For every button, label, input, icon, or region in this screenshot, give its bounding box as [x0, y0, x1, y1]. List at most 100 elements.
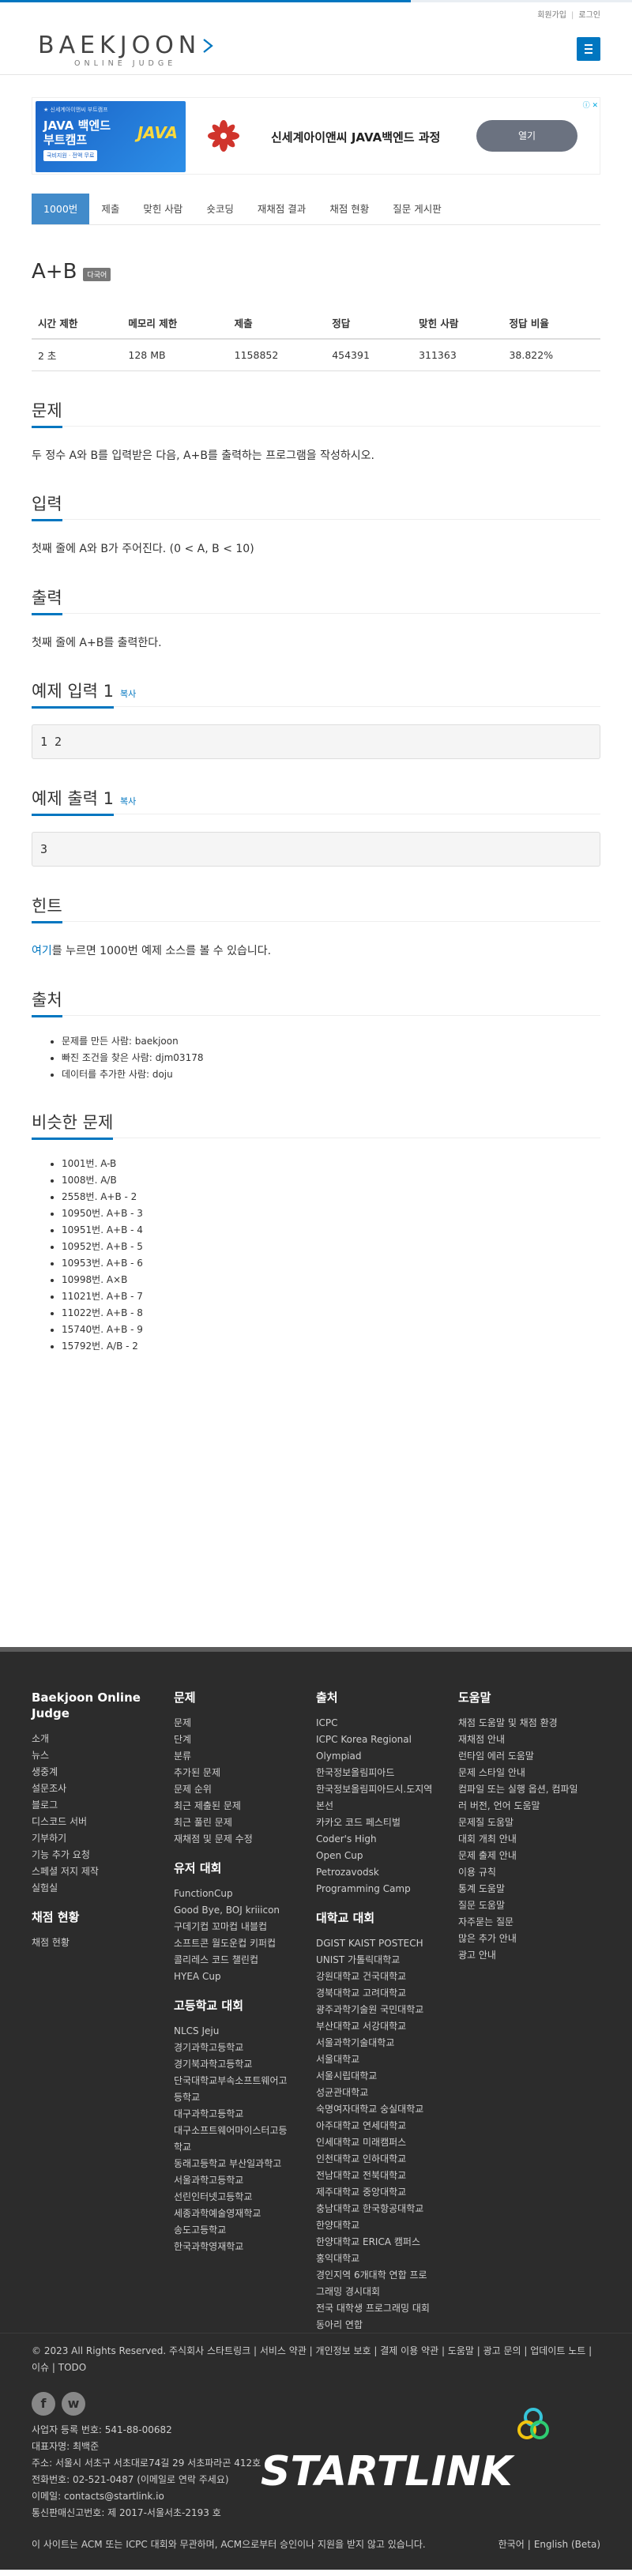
footer-link[interactable]: 문제질 도움말	[458, 1814, 600, 1831]
footer-link[interactable]: 이용 규칙	[458, 1864, 600, 1881]
footer-link[interactable]: 구데기컵 꼬마컵 내블컵	[174, 1919, 316, 1935]
footer-link[interactable]: 소개	[32, 1731, 174, 1747]
footer-link[interactable]: Olympiad	[316, 1748, 458, 1765]
footer-link[interactable]: 문제 출제 안내	[458, 1848, 600, 1864]
list-item[interactable]: 11021번. A+B - 7	[62, 1288, 600, 1305]
footer-link[interactable]: 실험실	[32, 1880, 174, 1897]
footer-legal-links[interactable]: © 2023 All Rights Reserved. 주식회사 스타트링크 |…	[32, 2343, 600, 2376]
footer-link[interactable]: 서울시립대학교	[316, 2068, 458, 2085]
site-logo[interactable]: BAEKJOON ONLINE JUDGE	[38, 34, 215, 68]
footer-link[interactable]: 한양대학교 ERICA 캠퍼스	[316, 2234, 458, 2251]
list-item[interactable]: 10952번. A+B - 5	[62, 1239, 600, 1255]
footer-link[interactable]: 서울과학고등학교	[174, 2172, 316, 2189]
footer-link[interactable]: Petrozavodsk	[316, 1864, 458, 1881]
footer-link[interactable]: 본선	[316, 1798, 458, 1814]
ad-image[interactable]: ★ 신세계아이앤씨 부트캠프 JAVA 백엔드 부트캠프 국비지원 · 전액 무…	[36, 101, 186, 172]
footer-link[interactable]: 동래고등학교 부산일과학고	[174, 2156, 316, 2172]
footer-link[interactable]: 뉴스	[32, 1747, 174, 1764]
footer-link[interactable]: 광주과학기술원 국민대학교	[316, 2002, 458, 2018]
footer-link[interactable]: Open Cup	[316, 1848, 458, 1864]
footer-link[interactable]: 한양대학교	[316, 2217, 458, 2234]
footer-link[interactable]: Good Bye, BOJ kriiicon	[174, 1902, 316, 1919]
ad-banner[interactable]: ⓘ ✕ ★ 신세계아이앤씨 부트캠프 JAVA 백엔드 부트캠프 국비지원 · …	[32, 97, 600, 175]
footer-link[interactable]: NLCS Jeju	[174, 2023, 316, 2040]
lang-en-link[interactable]: English (Beta)	[534, 2539, 600, 2550]
footer-link[interactable]: 소프트콘 월도운컵 키퍼컵	[174, 1935, 316, 1952]
footer-link[interactable]: 송도고등학교	[174, 2222, 316, 2239]
footer-link[interactable]: 서울대학교	[316, 2051, 458, 2068]
footer-link[interactable]: 문제 순위	[174, 1781, 316, 1798]
footer-link[interactable]: 세종과학예술영재학교	[174, 2206, 316, 2222]
footer-link[interactable]: 인세대학교 미래캠퍼스	[316, 2134, 458, 2151]
footer-link[interactable]: 선린인터넷고등학교	[174, 2189, 316, 2206]
footer-link[interactable]: 기능 추가 요청	[32, 1847, 174, 1863]
tab-problem[interactable]: 1000번	[32, 194, 90, 224]
footer-link[interactable]: 추가된 문제	[174, 1765, 316, 1781]
ad-text[interactable]: 신세계아이앤씨 JAVA백엔드 과정	[271, 129, 440, 145]
list-item[interactable]: 10998번. A×B	[62, 1272, 600, 1288]
footer-link[interactable]: 러 버전, 언어 도움말	[458, 1798, 600, 1814]
footer-link[interactable]: 동아리 연합	[316, 2317, 458, 2333]
footer-link[interactable]: FunctionCup	[174, 1886, 316, 1902]
wordpress-icon[interactable]: w	[62, 2391, 85, 2416]
footer-link[interactable]: Coder's High	[316, 1831, 458, 1848]
list-item[interactable]: 2558번. A+B - 2	[62, 1189, 600, 1205]
ad-info-icon[interactable]: ⓘ ✕	[583, 100, 598, 110]
footer-link[interactable]: 최근 제출된 문제	[174, 1798, 316, 1814]
hint-link[interactable]: 여기	[32, 945, 52, 957]
tab-solved-users[interactable]: 맞힌 사람	[131, 194, 194, 224]
list-item[interactable]: 10953번. A+B - 6	[62, 1255, 600, 1272]
footer-link[interactable]: 한국정보올림피아드시.도지역	[316, 1781, 458, 1798]
footer-link[interactable]: ICPC Korea Regional	[316, 1732, 458, 1748]
footer-link[interactable]: 블로그	[32, 1797, 174, 1814]
footer-link[interactable]: 대구과학고등학교	[174, 2106, 316, 2123]
footer-link[interactable]: 등학교	[174, 2089, 316, 2106]
footer-link[interactable]: 홍익대학교	[316, 2251, 458, 2267]
list-item[interactable]: 데이터를 추가한 사람: doju	[62, 1066, 600, 1083]
footer-link[interactable]: UNIST 가톨릭대학교	[316, 1952, 458, 1969]
footer-link[interactable]: 많은 추가 안내	[458, 1931, 600, 1947]
list-item[interactable]: 11022번. A+B - 8	[62, 1305, 600, 1322]
footer-link[interactable]: 부산대학교 서강대학교	[316, 2018, 458, 2035]
footer-link[interactable]: 문제	[174, 1715, 316, 1732]
tab-submit[interactable]: 제출	[89, 194, 131, 224]
footer-link[interactable]: 서울과학기술대학교	[316, 2035, 458, 2051]
ad-open-button[interactable]: 열기	[476, 120, 577, 152]
footer-link[interactable]: 단국대학교부속소프트웨어고	[174, 2073, 316, 2089]
footer-link[interactable]: HYEA Cup	[174, 1969, 316, 1985]
footer-link[interactable]: 채점 현황	[32, 1935, 174, 1951]
footer-link[interactable]: 재채점 안내	[458, 1732, 600, 1748]
footer-link[interactable]: DGIST KAIST POSTECH	[316, 1935, 458, 1952]
footer-link[interactable]: 대회 개최 안내	[458, 1831, 600, 1848]
tab-short-coding[interactable]: 숏코딩	[194, 194, 246, 224]
footer-link[interactable]: 학교	[174, 2139, 316, 2156]
list-item[interactable]: 문제를 만든 사람: baekjoon	[62, 1033, 600, 1050]
footer-link[interactable]: 컴파일 또는 실행 옵션, 컴파일	[458, 1781, 600, 1798]
lang-ko-link[interactable]: 한국어	[498, 2539, 525, 2550]
footer-link[interactable]: 단계	[174, 1732, 316, 1748]
signup-link[interactable]: 회원가입	[537, 11, 566, 20]
footer-link[interactable]: 설문조사	[32, 1781, 174, 1797]
footer-link[interactable]: 경인지역 6개대학 연합 프로	[316, 2267, 458, 2284]
footer-link[interactable]: 콜리레스 코드 챌린컵	[174, 1952, 316, 1969]
footer-link[interactable]: 채점 도움말 및 채점 환경	[458, 1715, 600, 1732]
login-link[interactable]: 로그인	[578, 11, 600, 20]
footer-link[interactable]: 생중계	[32, 1764, 174, 1781]
footer-link[interactable]: 경기과학고등학교	[174, 2040, 316, 2056]
footer-link[interactable]: 통계 도움말	[458, 1881, 600, 1897]
footer-link[interactable]: 숙명여자대학교 숭실대학교	[316, 2101, 458, 2118]
footer-link[interactable]: Programming Camp	[316, 1881, 458, 1897]
footer-link[interactable]: 강원대학교 건국대학교	[316, 1969, 458, 1985]
footer-link[interactable]: 질문 도움말	[458, 1897, 600, 1914]
footer-link[interactable]: 성균관대학교	[316, 2085, 458, 2101]
footer-link[interactable]: 런타임 에러 도움말	[458, 1748, 600, 1765]
footer-link[interactable]: 그래밍 경시대회	[316, 2284, 458, 2300]
footer-link[interactable]: 자주묻는 질문	[458, 1914, 600, 1931]
list-item[interactable]: 빠진 조건을 찾은 사람: djm03178	[62, 1050, 600, 1066]
list-item[interactable]: 10951번. A+B - 4	[62, 1222, 600, 1239]
footer-link[interactable]: 최근 풀린 문제	[174, 1814, 316, 1831]
footer-link[interactable]: 기부하기	[32, 1830, 174, 1847]
footer-link[interactable]: 한국정보올림피아드	[316, 1765, 458, 1781]
footer-link[interactable]: 한국과학영재학교	[174, 2239, 316, 2255]
footer-link[interactable]: 제주대학교 중앙대학교	[316, 2184, 458, 2201]
